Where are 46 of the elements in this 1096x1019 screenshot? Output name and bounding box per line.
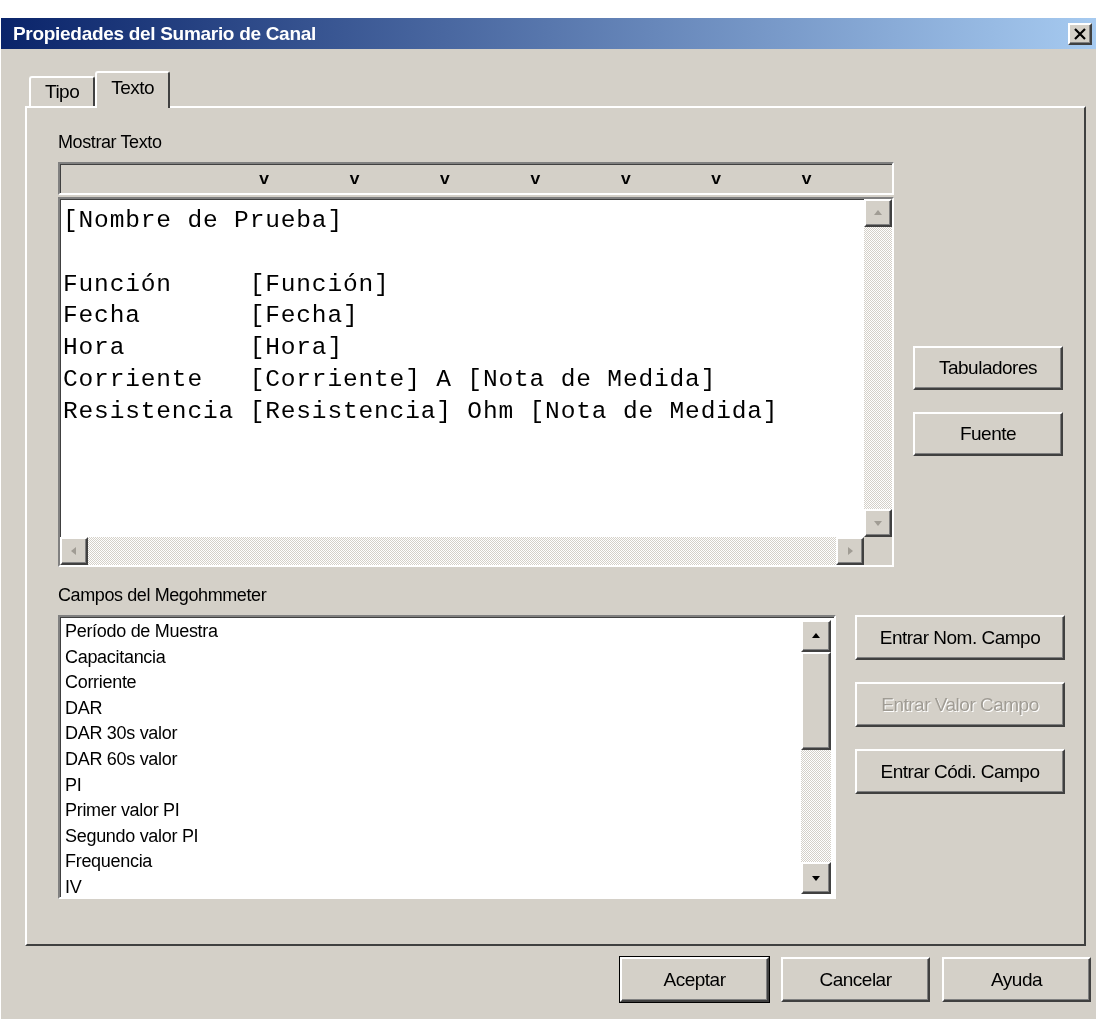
scroll-down-button[interactable] bbox=[801, 862, 831, 894]
scroll-right-button[interactable] bbox=[836, 537, 864, 565]
scroll-down-button[interactable] bbox=[864, 509, 892, 537]
text-content[interactable]: [Nombre de Prueba] Función [Función] Fecha [Fecha] Hora [Hora] Corriente [Corriente] A [Nota de Medida] Resistencia [Resistencia] Ohm [Nota de Medida] bbox=[60, 199, 864, 537]
scroll-up-button[interactable] bbox=[864, 199, 892, 227]
close-button[interactable] bbox=[1068, 22, 1092, 45]
tab-stop-marker[interactable]: v bbox=[620, 170, 712, 193]
button[interactable]: Cancelar bbox=[781, 957, 930, 1002]
button[interactable]: Ayuda bbox=[942, 957, 1091, 1002]
list-item[interactable]: Segundo valor PI bbox=[65, 823, 796, 850]
tab-stop-marker[interactable]: v bbox=[349, 170, 440, 193]
tab-stop-marker[interactable]: v bbox=[711, 170, 802, 193]
vertical-scrollbar[interactable] bbox=[864, 199, 892, 537]
tab-stop-marker[interactable]: v bbox=[439, 170, 531, 193]
scrollbar-corner bbox=[864, 537, 892, 565]
button[interactable]: Entrar Nom. Campo bbox=[855, 615, 1065, 660]
list-item[interactable]: DAR bbox=[65, 695, 796, 722]
horizontal-scrollbar[interactable] bbox=[60, 537, 864, 565]
tab-stop-marker[interactable]: v bbox=[259, 170, 350, 193]
list-item[interactable]: Primer valor PI bbox=[65, 798, 796, 824]
group-label: Mostrar Texto bbox=[58, 132, 163, 154]
fields-list[interactable]: Período de Muestra Capacitancia Corriente DAR DAR 30s valor DAR 60s valor PI Primer valor PI Segundo valor PI Frequencia IV bbox=[58, 615, 836, 899]
tab-stop-marker[interactable]: v bbox=[801, 170, 892, 193]
list-item[interactable]: IV bbox=[65, 874, 796, 897]
scroll-left-button[interactable] bbox=[60, 537, 88, 565]
scroll-up-button[interactable] bbox=[801, 620, 831, 652]
group-label: Campos del Megohmmeter bbox=[58, 585, 268, 607]
list-item[interactable]: Período de Muestra bbox=[65, 619, 796, 645]
tab-ruler[interactable]: v v v v v v v bbox=[58, 162, 894, 195]
list-item[interactable]: PI bbox=[65, 772, 796, 799]
list-item[interactable]: DAR 60s valor bbox=[65, 746, 796, 773]
close-icon bbox=[1074, 27, 1086, 40]
list-item[interactable]: Corriente bbox=[65, 670, 796, 696]
vertical-scrollbar[interactable] bbox=[801, 620, 831, 894]
scrollbar-thumb[interactable] bbox=[801, 652, 831, 750]
tab[interactable]: Tipo bbox=[29, 76, 96, 106]
tab-stop-marker[interactable]: v bbox=[530, 170, 621, 193]
button[interactable]: Tabuladores bbox=[913, 346, 1063, 390]
button[interactable]: Fuente bbox=[913, 412, 1063, 456]
list-item[interactable]: DAR 30s valor bbox=[65, 721, 796, 747]
list-item[interactable]: Capacitancia bbox=[65, 644, 796, 671]
button[interactable]: Entrar Códi. Campo bbox=[855, 749, 1065, 794]
window-title: Propiedades del Sumario de Canal bbox=[13, 22, 316, 45]
button[interactable]: Aceptar bbox=[620, 957, 769, 1002]
tab[interactable]: Texto bbox=[95, 71, 171, 108]
list-item[interactable]: Frequencia bbox=[65, 849, 796, 875]
